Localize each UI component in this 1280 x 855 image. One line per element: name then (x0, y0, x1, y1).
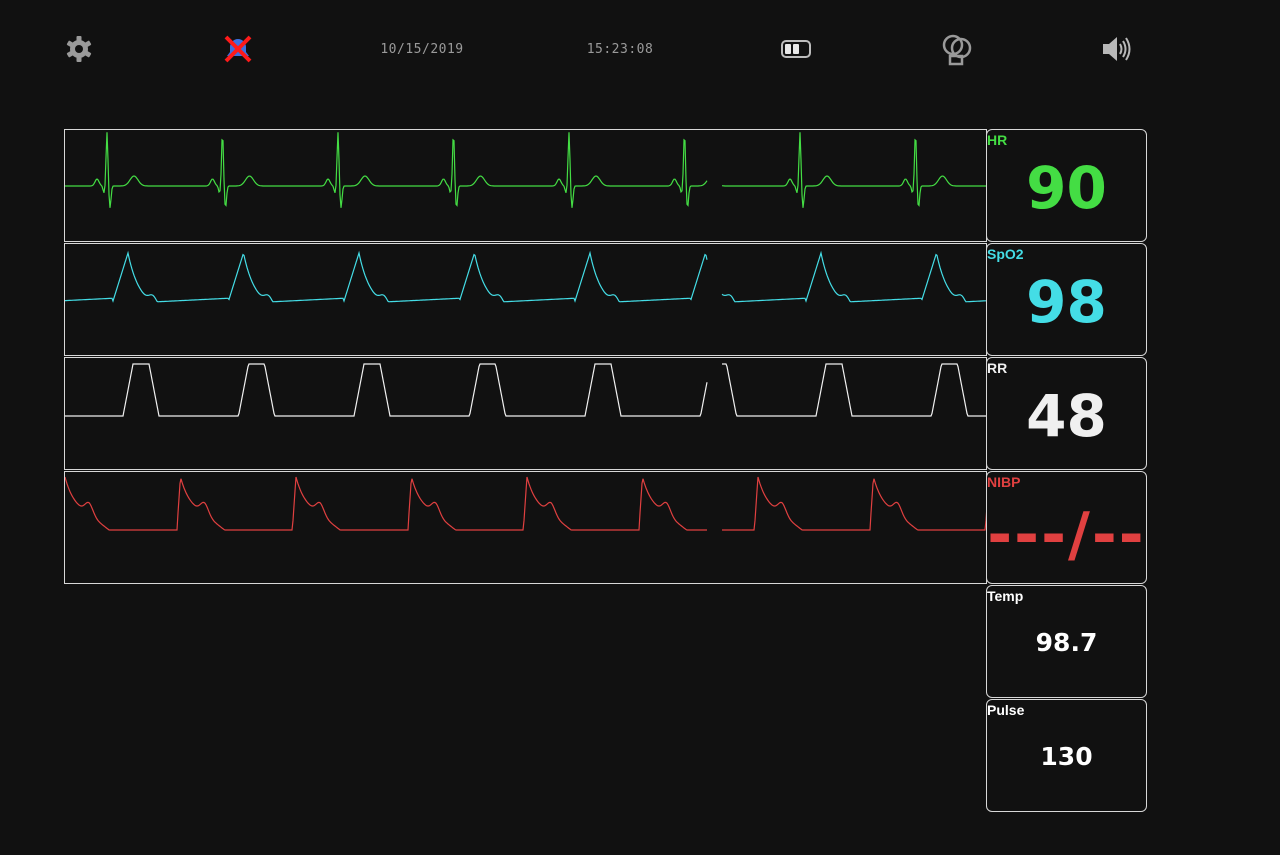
time-display: 15:23:08 (565, 30, 675, 68)
rr-box[interactable]: RR 48 (986, 357, 1147, 470)
resp-waveform (64, 357, 987, 470)
rr-label: RR (987, 360, 1008, 376)
temp-value: 98.7 (1035, 628, 1098, 657)
resp-trace (65, 363, 986, 417)
battery-indicator (777, 30, 817, 68)
spo2-waveform (64, 243, 987, 356)
display-button[interactable] (937, 30, 977, 68)
volume-button[interactable] (1096, 30, 1136, 68)
date-display: 10/15/2019 (362, 30, 482, 68)
waveform-panel (64, 129, 987, 585)
rr-value: 48 (1026, 382, 1107, 450)
pulse-label: Pulse (987, 702, 1025, 718)
pulse-value: 130 (1040, 742, 1093, 771)
temp-box[interactable]: Temp 98.7 (986, 585, 1147, 698)
alarm-off-icon (224, 35, 252, 63)
settings-button[interactable] (60, 30, 98, 68)
monitor-icon (942, 34, 972, 66)
date-text: 10/15/2019 (380, 41, 464, 57)
abp-trace (65, 476, 986, 531)
pulse-box[interactable]: Pulse 130 (986, 699, 1147, 812)
nibp-label: NIBP (987, 474, 1021, 490)
spo2-trace (65, 250, 986, 303)
temp-label: Temp (987, 588, 1024, 604)
hr-box[interactable]: HR 90 (986, 129, 1147, 242)
spo2-value: 98 (1026, 268, 1107, 336)
speaker-icon (1103, 37, 1131, 61)
nibp-value: ---/-- (987, 500, 1146, 570)
ecg-waveform (64, 129, 987, 242)
hr-label: HR (987, 132, 1008, 148)
ecg-trace (65, 132, 986, 208)
spo2-label: SpO2 (987, 246, 1024, 262)
nibp-box[interactable]: NIBP ---/-- (986, 471, 1147, 584)
time-text: 15:23:08 (586, 41, 654, 57)
spo2-box[interactable]: SpO2 98 (986, 243, 1147, 356)
hr-value: 90 (1026, 154, 1107, 222)
abp-waveform (64, 471, 987, 584)
battery-icon (781, 40, 811, 58)
alarm-toggle-button[interactable] (218, 30, 258, 68)
gear-icon (66, 36, 92, 62)
